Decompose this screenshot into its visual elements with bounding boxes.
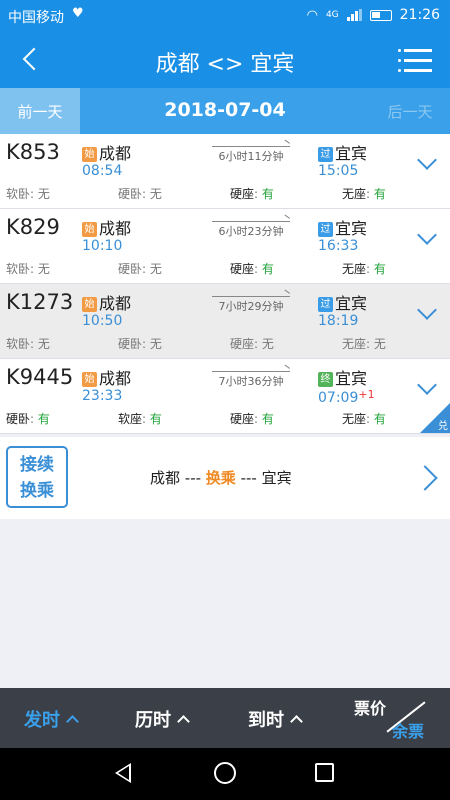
date-bar: 前一天 2018-07-04 后一天 bbox=[0, 88, 450, 134]
departure-time: 08:54 bbox=[82, 163, 123, 179]
seat-availability: 软卧: 无 bbox=[6, 337, 50, 351]
seat-availability: 硬座: 有 bbox=[230, 187, 274, 201]
seat-availability: 无座: 有 bbox=[342, 412, 386, 426]
app-header: 成都 <> 宜宾 bbox=[0, 32, 450, 88]
seat-availability: 硬座: 有 bbox=[230, 412, 274, 426]
trip-duration: 7小时29分钟 bbox=[218, 300, 284, 313]
network-label: 4G bbox=[325, 10, 339, 20]
sort-bar: 发时 历时 到时 票价 余票 bbox=[0, 688, 450, 748]
train-list: K853 始成都 08:54 6小时11分钟 过宜宾 15:05 软卧: 无 硬… bbox=[0, 134, 450, 434]
departure-station: 始成都 bbox=[82, 140, 131, 164]
expand-chevron-icon[interactable] bbox=[416, 227, 438, 249]
transfer-button[interactable]: 接续 换乘 bbox=[6, 446, 68, 508]
next-day-marker: +1 bbox=[358, 388, 375, 401]
next-day-button[interactable]: 后一天 bbox=[370, 88, 450, 134]
wifi-icon: ◠ bbox=[306, 7, 318, 23]
train-number: K9445 bbox=[6, 365, 74, 389]
seat-availability: 硬卧: 有 bbox=[6, 412, 50, 426]
menu-icon[interactable] bbox=[398, 46, 432, 74]
remaining-label: 余票 bbox=[392, 722, 425, 741]
origin-badge: 始 bbox=[82, 297, 97, 312]
chevron-up-icon bbox=[66, 715, 79, 728]
prev-day-button[interactable]: 前一天 bbox=[0, 88, 80, 134]
price-label: 票价 bbox=[354, 699, 387, 718]
duration-arrow-icon bbox=[212, 371, 290, 372]
pass-badge: 过 bbox=[318, 147, 333, 162]
origin-badge: 始 bbox=[82, 372, 97, 387]
arrival-station: 过宜宾 bbox=[318, 215, 367, 239]
trip-duration: 6小时11分钟 bbox=[218, 150, 284, 163]
seat-availability: 硬卧: 无 bbox=[118, 262, 162, 276]
departure-station: 始成都 bbox=[82, 290, 131, 314]
seat-availability: 无座: 有 bbox=[342, 187, 386, 201]
departure-time: 23:33 bbox=[82, 388, 123, 404]
duration-arrow-icon bbox=[212, 146, 290, 147]
duration-arrow-icon bbox=[212, 296, 290, 297]
route-title: 成都 <> 宜宾 bbox=[155, 52, 295, 77]
train-number: K829 bbox=[6, 215, 60, 239]
arrival-station: 过宜宾 bbox=[318, 290, 367, 314]
status-bar: 中国移动 ♥ ◠ 4G 21:26 bbox=[0, 0, 450, 32]
train-row[interactable]: K853 始成都 08:54 6小时11分钟 过宜宾 15:05 软卧: 无 硬… bbox=[0, 134, 450, 209]
departure-time: 10:50 bbox=[82, 313, 123, 329]
train-row[interactable]: K9445 始成都 23:33 7小时36分钟 终宜宾 07:09+1 硬卧: … bbox=[0, 359, 450, 434]
transfer-row[interactable]: 接续 换乘 成都 --- 换乘 --- 宜宾 bbox=[0, 437, 450, 519]
trip-duration: 7小时36分钟 bbox=[218, 375, 284, 388]
expand-chevron-icon[interactable] bbox=[416, 377, 438, 399]
departure-time: 10:10 bbox=[82, 238, 123, 254]
price-remaining-toggle[interactable]: 票价 余票 bbox=[352, 692, 442, 744]
arrival-time: 16:33 bbox=[318, 238, 359, 254]
pass-badge: 过 bbox=[318, 222, 333, 237]
duration-arrow-icon bbox=[212, 221, 290, 222]
origin-badge: 始 bbox=[82, 222, 97, 237]
seat-availability: 软座: 有 bbox=[118, 412, 162, 426]
train-number: K1273 bbox=[6, 290, 74, 314]
origin-badge: 始 bbox=[82, 147, 97, 162]
hd-heart-icon: ♥ bbox=[72, 6, 84, 21]
battery-icon bbox=[369, 9, 392, 21]
seat-availability: 无座: 有 bbox=[342, 262, 386, 276]
seat-availability: 硬座: 无 bbox=[230, 337, 274, 351]
signal-icon bbox=[346, 9, 362, 21]
redeem-label: 兑 bbox=[438, 421, 448, 432]
seat-availability: 无座: 无 bbox=[342, 337, 386, 351]
expand-chevron-icon[interactable] bbox=[416, 152, 438, 174]
sort-by-duration[interactable]: 历时 bbox=[135, 706, 190, 732]
terminal-badge: 终 bbox=[318, 372, 333, 387]
seat-availability: 软卧: 无 bbox=[6, 187, 50, 201]
train-row[interactable]: K829 始成都 10:10 6小时23分钟 过宜宾 16:33 软卧: 无 硬… bbox=[0, 209, 450, 284]
selected-date[interactable]: 2018-07-04 bbox=[80, 99, 370, 121]
clock: 21:26 bbox=[399, 7, 440, 23]
arrival-station: 过宜宾 bbox=[318, 140, 367, 164]
seat-availability: 硬座: 有 bbox=[230, 262, 274, 276]
train-row[interactable]: K1273 始成都 10:50 7小时29分钟 过宜宾 18:19 软卧: 无 … bbox=[0, 284, 450, 359]
seat-availability: 硬卧: 无 bbox=[118, 187, 162, 201]
transfer-route: 成都 --- 换乘 --- 宜宾 bbox=[150, 469, 292, 487]
pass-badge: 过 bbox=[318, 297, 333, 312]
chevron-right-icon[interactable] bbox=[416, 464, 438, 492]
arrival-time: 18:19 bbox=[318, 313, 359, 329]
nav-back-icon[interactable] bbox=[115, 763, 131, 783]
arrival-station: 终宜宾 bbox=[318, 365, 367, 389]
seat-availability: 软卧: 无 bbox=[6, 262, 50, 276]
chevron-up-icon bbox=[290, 715, 303, 728]
nav-home-icon[interactable] bbox=[214, 762, 236, 784]
sort-by-arrival[interactable]: 到时 bbox=[248, 706, 303, 732]
system-nav-bar bbox=[0, 748, 450, 800]
expand-chevron-icon[interactable] bbox=[416, 302, 438, 324]
arrival-time: 07:09+1 bbox=[318, 388, 375, 406]
sort-by-departure[interactable]: 发时 bbox=[24, 706, 79, 732]
departure-station: 始成都 bbox=[82, 215, 131, 239]
train-number: K853 bbox=[6, 140, 60, 164]
chevron-up-icon bbox=[177, 715, 190, 728]
trip-duration: 6小时23分钟 bbox=[218, 225, 284, 238]
arrival-time: 15:05 bbox=[318, 163, 359, 179]
departure-station: 始成都 bbox=[82, 365, 131, 389]
seat-availability: 硬卧: 无 bbox=[118, 337, 162, 351]
carrier-name: 中国移动 bbox=[8, 10, 64, 26]
nav-recents-icon[interactable] bbox=[315, 763, 334, 782]
